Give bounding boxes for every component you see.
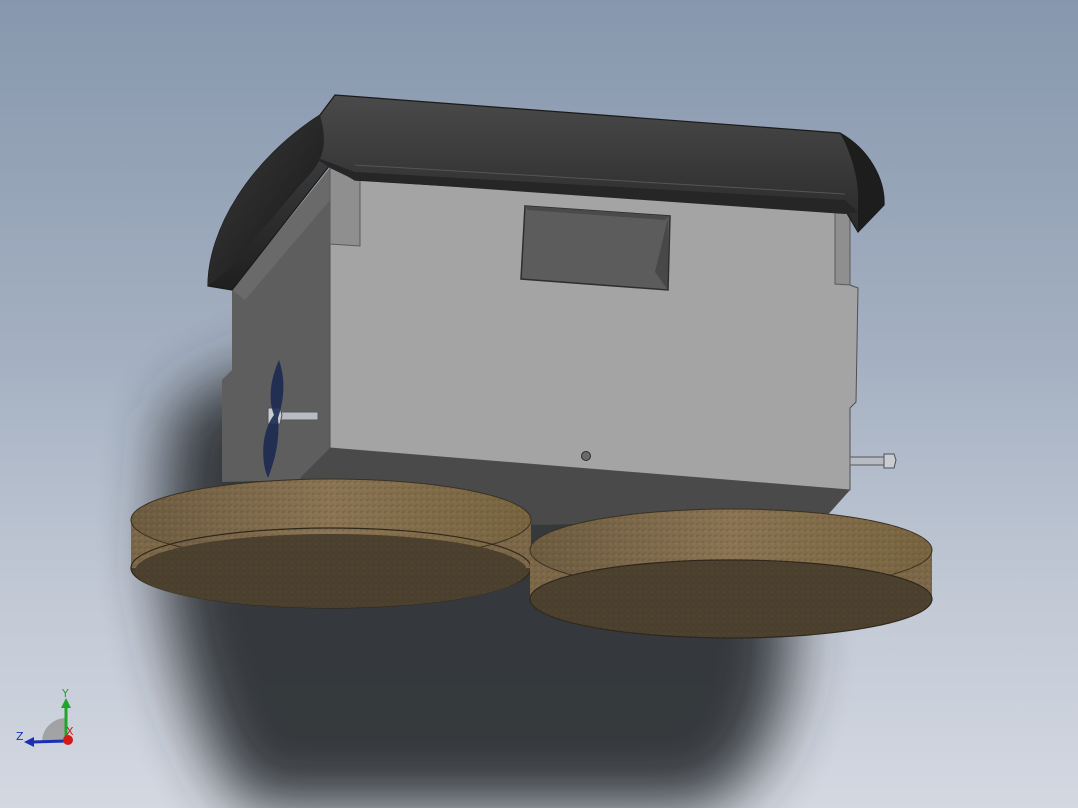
right-wheel: [529, 508, 933, 639]
right-bolt: [849, 453, 897, 469]
left-wheel: [130, 478, 532, 609]
cad-viewport[interactable]: Y Z X: [0, 0, 1078, 808]
triad-quarter-disc-icon: [42, 718, 66, 742]
model-scene[interactable]: [0, 0, 1078, 808]
z-axis-label: Z: [16, 730, 24, 743]
y-axis-label: Y: [61, 687, 69, 700]
display-window: [520, 205, 671, 291]
reference-triad: Y Z X: [16, 687, 74, 747]
mounting-hole: [581, 451, 591, 461]
x-axis-label: X: [66, 725, 74, 738]
